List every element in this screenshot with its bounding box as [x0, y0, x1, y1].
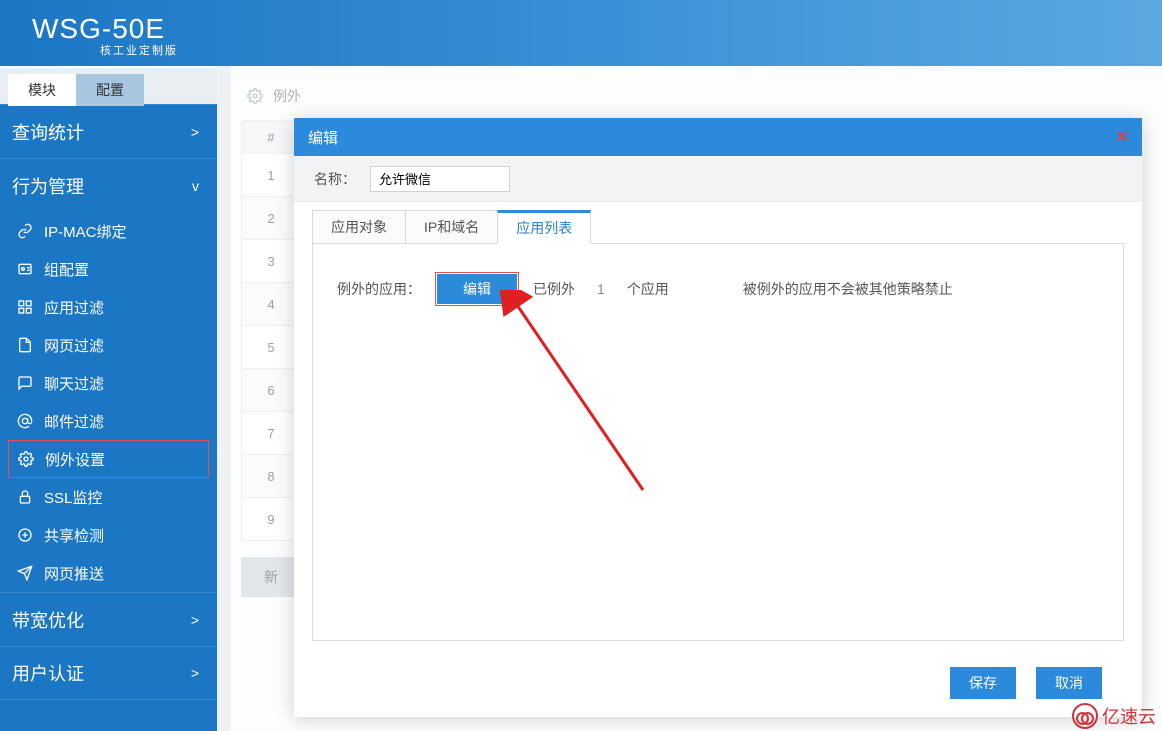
new-button[interactable]: 新 — [241, 557, 301, 597]
sidebar-item-webfilter[interactable]: 网页过滤 — [0, 326, 217, 364]
count-suffix: 个应用 — [627, 279, 669, 299]
section-bandwidth[interactable]: 带宽优化 > — [0, 592, 217, 646]
annotation-arrow-icon — [493, 290, 673, 510]
table-row[interactable]: 3 — [241, 240, 301, 283]
app-header: WSG-50E 核工业定制版 — [0, 0, 1162, 66]
table-header: # — [241, 120, 301, 154]
tab-ip-domain[interactable]: IP和域名 — [405, 210, 498, 244]
table-row[interactable]: 1 — [241, 154, 301, 197]
exception-note: 被例外的应用不会被其他策略禁止 — [743, 279, 953, 299]
sidebar-item-label: 应用过滤 — [44, 297, 104, 318]
table-row[interactable]: 8 — [241, 455, 301, 498]
tab-app-object[interactable]: 应用对象 — [312, 210, 406, 244]
watermark: 亿速云 — [1072, 703, 1156, 729]
sidebar-item-ipmac[interactable]: IP-MAC绑定 — [0, 212, 217, 250]
table-row[interactable]: 9 — [241, 498, 301, 541]
main-content: 例外 # 1 2 3 4 5 6 7 8 9 新 编辑 × 名称： — [217, 66, 1162, 731]
save-button[interactable]: 保存 — [950, 667, 1016, 699]
section-query-stats[interactable]: 查询统计 > — [0, 104, 217, 158]
table-row[interactable]: 2 — [241, 197, 301, 240]
modal-tabs: 应用对象 IP和域名 应用列表 — [294, 202, 1142, 244]
sidebar-item-label: 网页过滤 — [44, 335, 104, 356]
tab-config[interactable]: 配置 — [76, 74, 144, 106]
at-icon — [16, 413, 34, 429]
sidebar-item-label: 组配置 — [44, 259, 89, 280]
gear-icon — [17, 451, 35, 467]
chevron-right-icon: > — [191, 612, 199, 628]
breadcrumb: 例外 — [241, 86, 1162, 106]
sidebar-item-label: 网页推送 — [44, 563, 104, 584]
sidebar-item-mailfilter[interactable]: 邮件过滤 — [0, 402, 217, 440]
app-exception-row: 例外的应用： 编辑 已例外 1 个应用 被例外的应用不会被其他策略禁止 — [337, 272, 1099, 306]
sidebar-item-label: 聊天过滤 — [44, 373, 104, 394]
table-row[interactable]: 7 — [241, 412, 301, 455]
modal-header: 编辑 × — [294, 118, 1142, 156]
app-label: 例外的应用： — [337, 279, 421, 299]
chevron-down-icon: v — [192, 178, 199, 194]
modal-content: 例外的应用： 编辑 已例外 1 个应用 被例外的应用不会被其他策略禁止 — [312, 243, 1124, 641]
chevron-right-icon: > — [191, 665, 199, 681]
table-row[interactable]: 5 — [241, 326, 301, 369]
section-label: 用户认证 — [12, 660, 84, 686]
sidebar-item-exception[interactable]: 例外设置 — [8, 440, 209, 478]
edit-modal: 编辑 × 名称： 应用对象 IP和域名 应用列表 例外的应用： 编辑 已例外 — [294, 118, 1142, 717]
page-icon — [16, 337, 34, 353]
section-userauth[interactable]: 用户认证 > — [0, 646, 217, 700]
count-prefix: 已例外 — [533, 279, 575, 299]
breadcrumb-text: 例外 — [273, 86, 301, 106]
sidebar-item-label: 共享检测 — [44, 525, 104, 546]
sidebar-item-label: IP-MAC绑定 — [44, 221, 127, 242]
sidebar-item-webpush[interactable]: 网页推送 — [0, 554, 217, 592]
grid-icon — [16, 299, 34, 315]
modal-name-row: 名称： — [294, 156, 1142, 202]
sidebar-item-label: SSL监控 — [44, 487, 102, 508]
count-number: 1 — [589, 281, 613, 297]
section-label: 查询统计 — [12, 119, 84, 145]
sidebar-item-label: 例外设置 — [45, 449, 105, 470]
section-label: 行为管理 — [12, 173, 84, 199]
table-row[interactable]: 4 — [241, 283, 301, 326]
sidebar-item-group[interactable]: 组配置 — [0, 250, 217, 288]
app-logo: WSG-50E — [32, 15, 165, 43]
section-behavior-mgmt[interactable]: 行为管理 v — [0, 158, 217, 212]
background-table: # 1 2 3 4 5 6 7 8 9 — [241, 120, 301, 541]
chevron-right-icon: > — [191, 124, 199, 140]
sidebar-tabs: 模块 配置 — [0, 66, 217, 104]
watermark-icon — [1072, 703, 1098, 729]
sidebar-item-ssl[interactable]: SSL监控 — [0, 478, 217, 516]
edit-button-highlight: 编辑 — [435, 272, 519, 306]
table-row[interactable]: 6 — [241, 369, 301, 412]
tab-app-list[interactable]: 应用列表 — [497, 210, 591, 244]
section-label: 带宽优化 — [12, 607, 84, 633]
cancel-button[interactable]: 取消 — [1036, 667, 1102, 699]
gear-icon — [247, 88, 263, 104]
tab-module[interactable]: 模块 — [8, 74, 76, 106]
sidebar: 模块 配置 查询统计 > 行为管理 v IP-MAC绑定 组配置 应用过滤 网页… — [0, 66, 217, 731]
app-sublogo: 核工业定制版 — [100, 42, 178, 58]
watermark-text: 亿速云 — [1102, 703, 1156, 729]
name-input[interactable] — [370, 166, 510, 192]
sidebar-item-label: 邮件过滤 — [44, 411, 104, 432]
sidebar-item-share[interactable]: 共享检测 — [0, 516, 217, 554]
sidebar-item-appfilter[interactable]: 应用过滤 — [0, 288, 217, 326]
name-label: 名称： — [314, 169, 356, 189]
edit-button[interactable]: 编辑 — [437, 274, 517, 304]
sidebar-item-chatfilter[interactable]: 聊天过滤 — [0, 364, 217, 402]
modal-footer: 保存 取消 — [294, 659, 1142, 717]
lock-icon — [16, 489, 34, 505]
send-icon — [16, 565, 34, 581]
share-icon — [16, 527, 34, 543]
link-icon — [16, 223, 34, 239]
chat-icon — [16, 375, 34, 391]
id-icon — [16, 261, 34, 277]
modal-title: 编辑 — [308, 127, 338, 148]
close-icon[interactable]: × — [1116, 126, 1128, 149]
